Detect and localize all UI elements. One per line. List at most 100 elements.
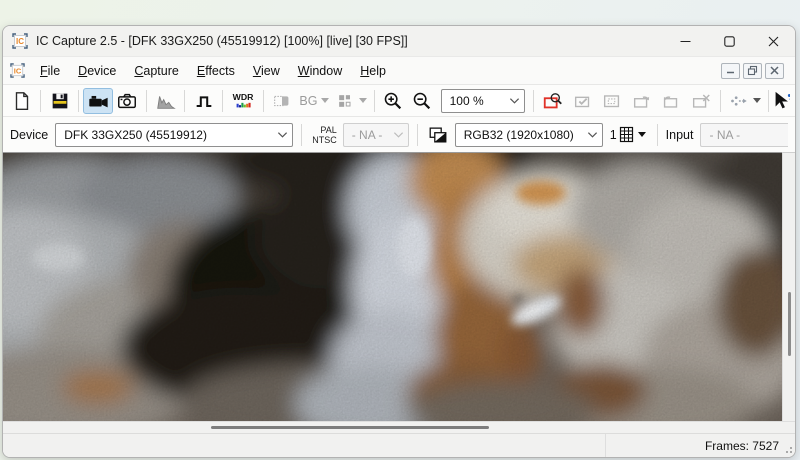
maximize-icon [724,36,735,47]
chevron-down-icon [321,98,329,103]
wdr-button[interactable]: WDR [227,88,259,114]
roi-apply-icon [571,90,595,112]
wdr-label: WDR [233,92,254,102]
device-toolbar: Device DFK 33GX250 (45519912) PAL NTSC -… [3,116,795,152]
roi-center-icon [600,90,624,112]
input-combo: - NA - [700,123,788,147]
mouse-pointer-icon [773,90,791,112]
chevron-down-icon [509,97,520,105]
menu-window[interactable]: Window [289,60,351,82]
app-logo-icon: IC [12,33,28,49]
mdi-restore-button[interactable] [743,63,762,79]
video-norm-combo: - NA - [343,123,409,147]
save-image-button[interactable] [45,88,74,114]
video-norm-value: - NA - [352,128,393,142]
trigger-mode-button[interactable] [189,88,218,114]
pointer-tool-button[interactable] [773,88,791,114]
mdi-child-app-icon: IC [10,63,25,78]
video-format-icon[interactable] [426,124,450,146]
chevron-down-icon [587,131,598,139]
binning-grid-icon [619,126,634,143]
menu-view[interactable]: View [244,60,289,82]
chevron-down-icon [638,132,646,137]
zoom-out-icon [411,90,433,112]
roi-undo-icon [659,90,683,112]
camera-live-image[interactable] [3,152,782,421]
photo-camera-icon [115,90,139,112]
mdi-close-button[interactable] [765,63,784,79]
app-window: IC IC Capture 2.5 - [DFK 33GX250 (455199… [2,25,796,458]
wdr-icon: WDR [230,90,256,112]
roi-delete-icon [689,90,713,112]
overlay-toggle-button [268,88,297,114]
main-toolbar: WDR BG [3,84,795,116]
svg-text:IC: IC [14,66,22,75]
zoom-level-value: 100 % [450,94,510,108]
zoom-in-button[interactable] [379,88,408,114]
roi-apply-button [568,88,598,114]
device-value: DFK 33GX250 (45519912) [64,128,277,142]
menu-device[interactable]: Device [69,60,125,82]
vertical-scrollbar[interactable] [782,152,795,421]
trigger-pulse-icon [193,90,215,112]
mdi-minimize-button[interactable] [721,63,740,79]
roi-zoom-button[interactable] [538,88,568,114]
video-format-value: RGB32 (1920x1080) [464,128,587,142]
menu-file[interactable]: File [31,60,69,82]
bg-label: BG [299,94,317,108]
minimize-button[interactable] [663,26,707,56]
video-format-combo[interactable]: RGB32 (1920x1080) [455,123,603,147]
menu-capture[interactable]: Capture [125,60,187,82]
roi-undo-button [657,88,687,114]
video-camera-icon [86,90,110,112]
zoom-out-button[interactable] [408,88,437,114]
menu-effects[interactable]: Effects [188,60,244,82]
device-combo[interactable]: DFK 33GX250 (45519912) [55,123,293,147]
close-button[interactable] [751,26,795,56]
pan-path-dropdown-button [725,88,764,114]
title-bar: IC IC Capture 2.5 - [DFK 33GX250 (455199… [3,26,795,56]
histogram-icon [155,90,177,112]
menu-help[interactable]: Help [351,60,395,82]
new-document-button[interactable] [7,88,36,114]
binning-dropdown-button[interactable]: 1 [607,122,649,148]
roi-zoom-icon [541,90,565,112]
chevron-down-icon [359,98,367,103]
mdi-restore-icon [747,65,758,76]
chevron-down-icon [393,131,404,139]
vertical-scrollbar-thumb[interactable] [788,292,791,356]
roi-grow-button [627,88,657,114]
resize-grip[interactable] [784,445,792,453]
minimize-icon [680,36,691,47]
pan-path-icon [727,90,749,112]
window-title: IC Capture 2.5 - [DFK 33GX250 (45519912)… [36,34,408,48]
frames-status-pane: Frames: 7527 [605,434,795,457]
rock-specimen-image [3,153,782,421]
pal-label: PAL [312,125,337,135]
video-norm-label: PAL NTSC [312,125,337,145]
chevron-down-icon [277,131,288,139]
device-label: Device [10,128,48,142]
mdi-close-icon [770,66,779,75]
horizontal-scrollbar[interactable] [3,421,795,433]
status-bar: Frames: 7527 [3,433,795,457]
histogram-button[interactable] [151,88,180,114]
live-display-toggle-button[interactable] [83,88,113,114]
mdi-window-controls [721,63,784,79]
roi-delete-button [686,88,716,114]
chevron-down-icon [753,98,761,103]
roi-grow-icon [630,90,654,112]
menu-bar: IC File Device Capture Effects View Wind… [3,56,795,84]
maximize-button[interactable] [707,26,751,56]
zoom-level-combo[interactable]: 100 % [441,89,526,113]
input-value: - NA - [709,128,784,142]
binning-value: 1 [610,128,617,142]
mdi-minimize-icon [726,66,735,75]
snapshot-button[interactable] [113,88,143,114]
horizontal-scrollbar-thumb[interactable] [211,426,489,429]
zoom-in-icon [382,90,404,112]
background-dropdown-button: BG [297,88,333,114]
layout-dropdown-button [332,88,369,114]
overlay-icon [271,90,293,112]
close-icon [768,36,779,47]
